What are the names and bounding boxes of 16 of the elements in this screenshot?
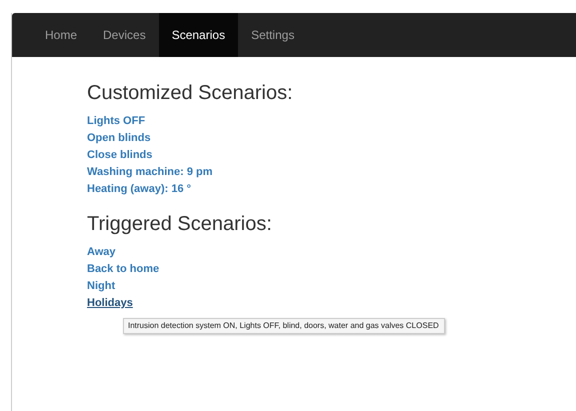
scenario-link[interactable]: Away <box>87 244 116 261</box>
tooltip: Intrusion detection system ON, Lights OFF, blind, doors, water and gas valves CLOSED <box>123 318 445 334</box>
nav-tab[interactable]: Scenarios <box>158 13 238 57</box>
section-heading: Customized Scenarios: <box>87 81 294 105</box>
scenario-link[interactable]: Holidays <box>87 295 133 312</box>
scenario-link[interactable]: Lights OFF <box>87 113 146 130</box>
scenario-link[interactable]: Washing machine: 9 pm <box>87 164 213 181</box>
scenario-link[interactable]: Close blinds <box>87 147 152 164</box>
scenario-link[interactable]: Night <box>87 278 116 295</box>
nav-tab[interactable]: Settings <box>238 13 308 57</box>
section-heading: Triggered Scenarios: <box>87 212 273 236</box>
nav-tab[interactable]: Devices <box>90 13 159 57</box>
scenario-link[interactable]: Back to home <box>87 261 160 278</box>
scenario-link[interactable]: Heating (away): 16 ° <box>87 181 192 198</box>
nav-tab[interactable]: Home <box>32 13 90 57</box>
scenario-link[interactable]: Open blinds <box>87 130 151 147</box>
